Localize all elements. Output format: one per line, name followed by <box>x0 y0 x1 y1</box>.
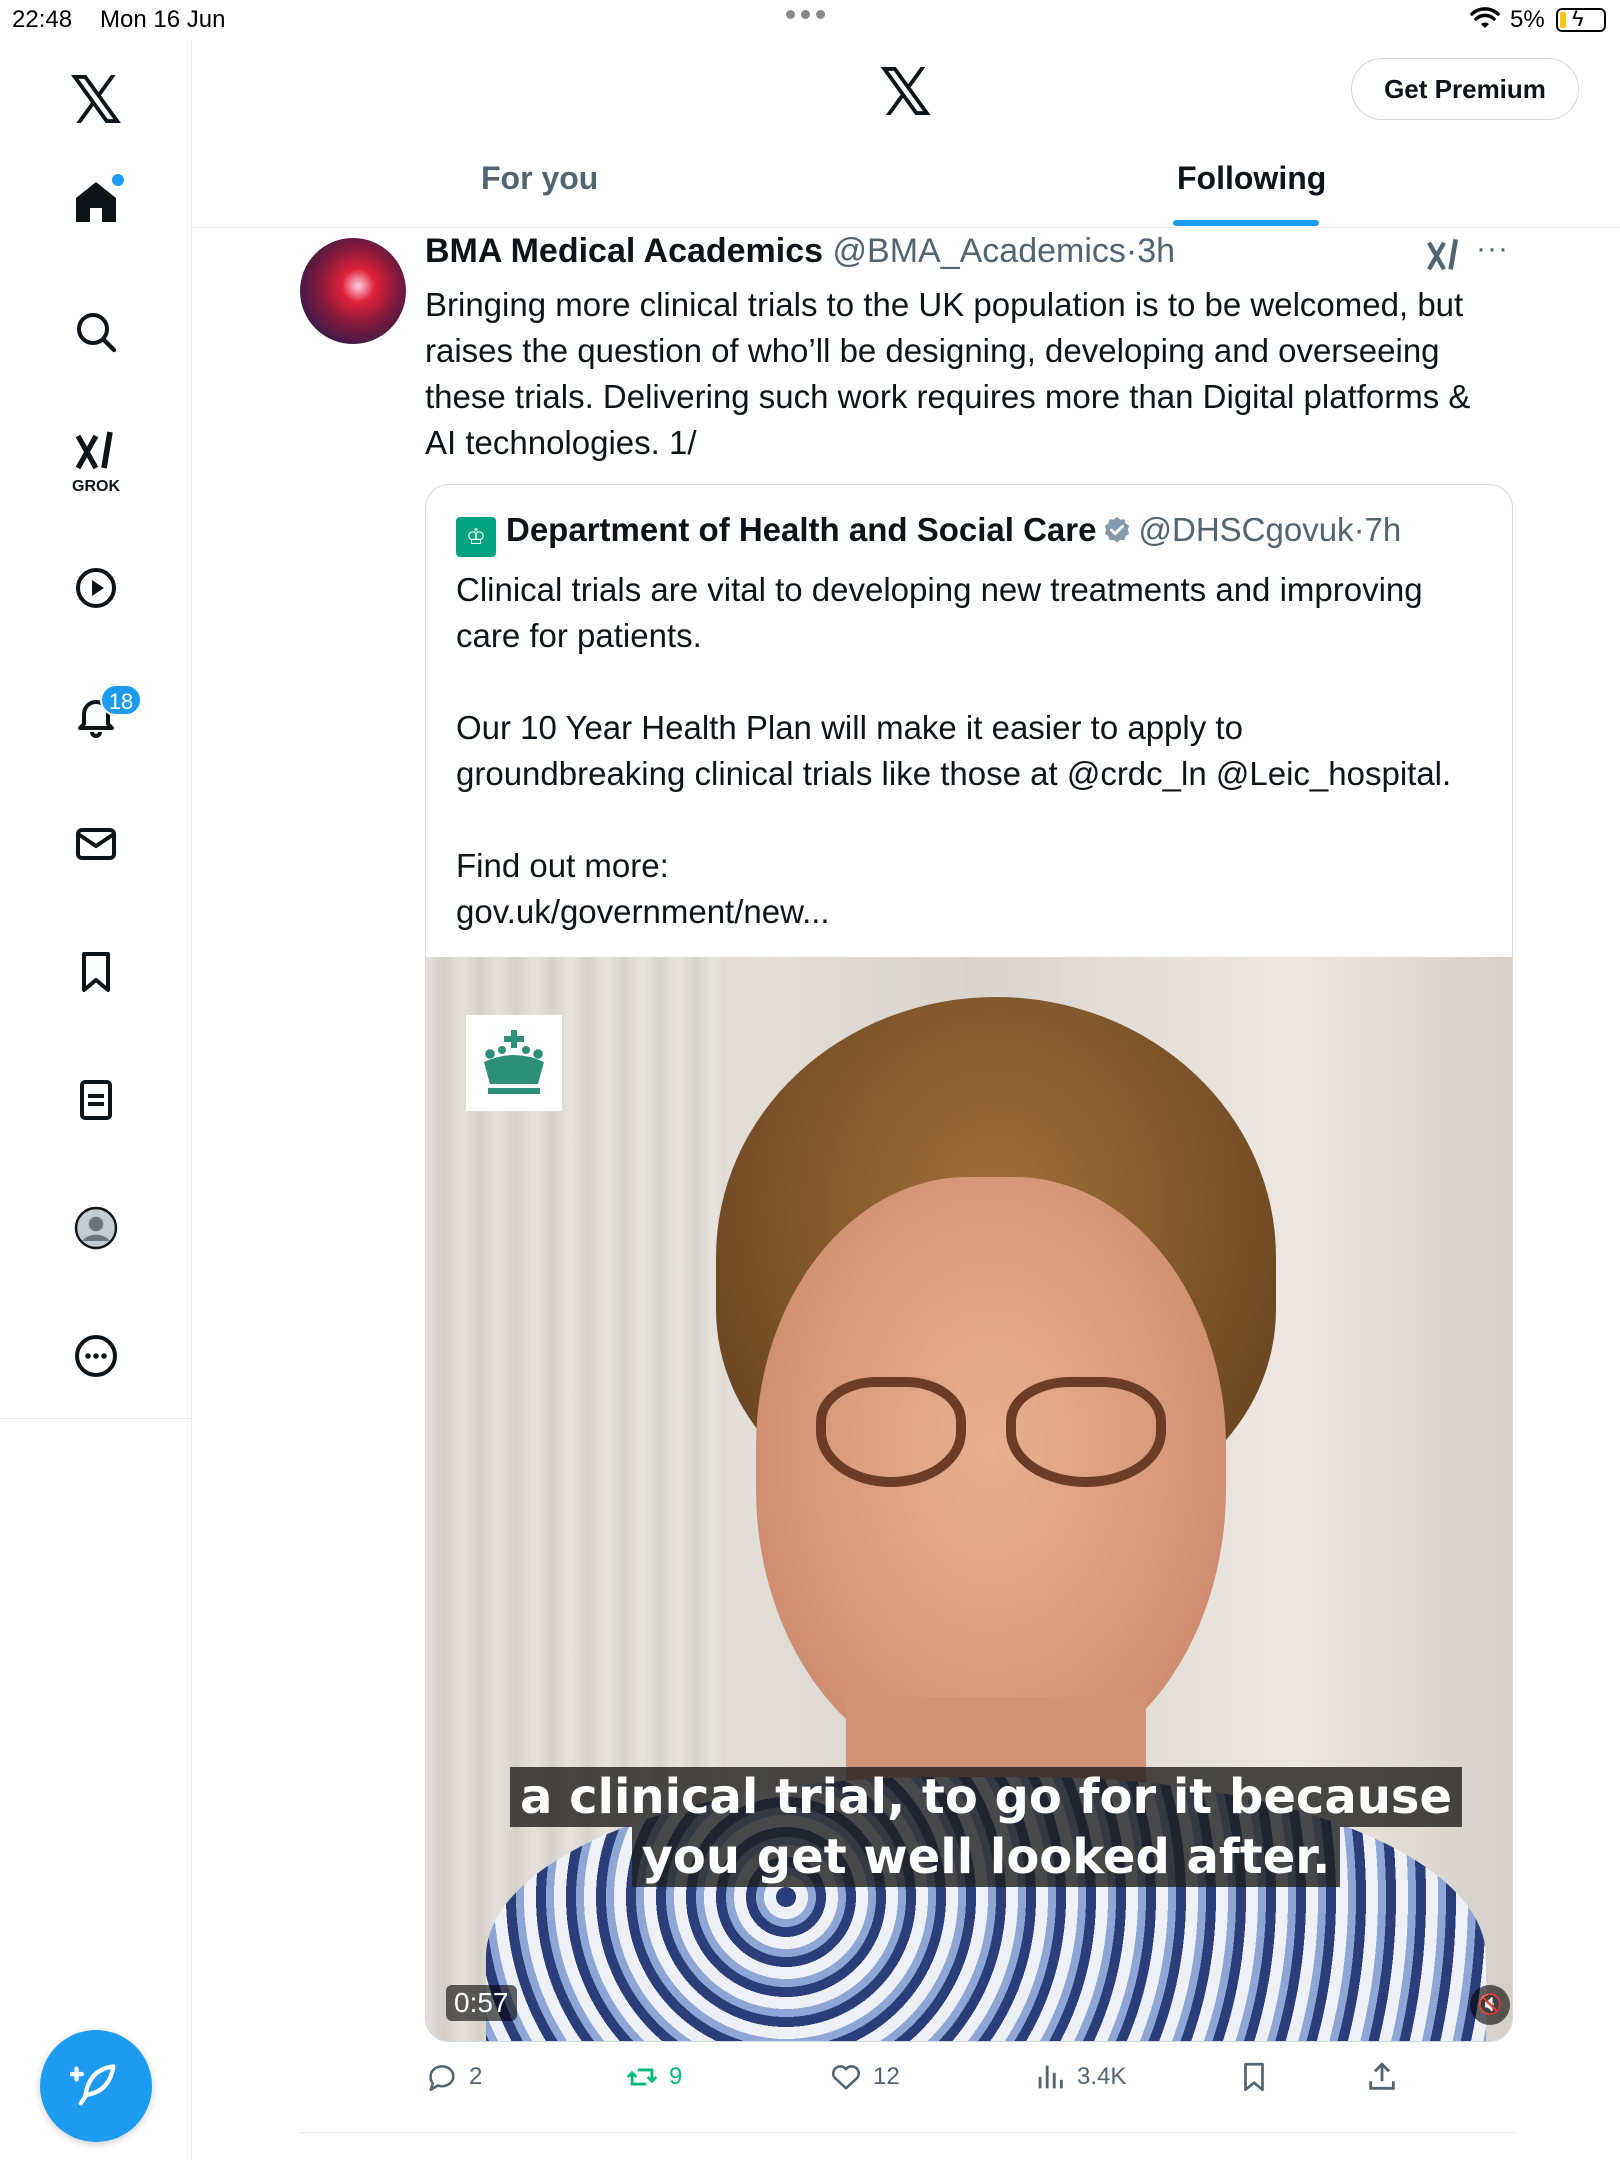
x-logo-icon[interactable]: 𝕏 <box>879 54 932 131</box>
bookmark-button[interactable] <box>1237 2060 1271 2094</box>
video-caption-line-1: a clinical trial, to go for it because <box>509 1767 1463 1827</box>
notification-badge: 18 <box>100 684 142 716</box>
repost-button[interactable]: 9 <box>625 2060 682 2094</box>
heart-icon <box>831 2065 861 2090</box>
article-icon[interactable] <box>66 1070 126 1130</box>
view-count: 3.4K <box>1077 2063 1127 2090</box>
video-duration: 0:57 <box>446 1985 517 2021</box>
compose-button[interactable] <box>40 2030 152 2142</box>
get-premium-button[interactable]: Get Premium <box>1351 58 1579 120</box>
reply-button[interactable]: 2 <box>425 2060 482 2094</box>
grok-icon[interactable] <box>66 422 126 482</box>
active-tab-indicator <box>1173 220 1319 226</box>
glasses-right-lens <box>1006 1377 1166 1487</box>
like-button[interactable]: 12 <box>829 2060 900 2094</box>
tab-for-you[interactable]: For you <box>481 160 598 228</box>
mute-icon[interactable]: 🔇 <box>1470 1985 1510 2025</box>
quoted-post-header: Department of Health and Social Care @DHS… <box>506 511 1401 549</box>
repost-count: 9 <box>669 2063 683 2090</box>
dhsc-crown-icon[interactable]: ♔ <box>456 517 496 557</box>
quoted-author-handle[interactable]: @DHSCgovuk <box>1138 511 1353 548</box>
battery-percent: 5% <box>1510 6 1545 33</box>
search-icon[interactable] <box>66 302 126 362</box>
home-icon[interactable] <box>66 172 126 232</box>
post-divider <box>300 2132 1515 2133</box>
crown-logo-icon <box>466 1015 562 1111</box>
post-header: BMA Medical Academics @BMA_Academics·3h <box>425 232 1175 271</box>
sidebar: 𝕏 GROK 18 <box>0 40 192 2160</box>
profile-icon[interactable] <box>66 1198 126 1258</box>
status-date: Mon 16 Jun <box>100 6 226 33</box>
views-button[interactable]: 3.4K <box>1033 2060 1126 2094</box>
bookmark-icon <box>1244 2062 1264 2092</box>
quoted-author-name[interactable]: Department of Health and Social Care <box>506 511 1096 548</box>
video-caption-line-2: you get well looked after. <box>631 1827 1341 1887</box>
grok-label: GROK <box>72 478 120 495</box>
glasses-left-lens <box>816 1377 966 1487</box>
video-subject-face <box>756 1177 1226 1777</box>
unread-dot <box>112 174 124 186</box>
share-icon <box>1369 2062 1395 2090</box>
sidebar-divider <box>0 1418 192 1419</box>
author-handle[interactable]: @BMA_Academics <box>833 232 1126 270</box>
tab-following[interactable]: Following <box>1177 160 1326 228</box>
mail-icon[interactable] <box>66 814 126 874</box>
views-chart-icon <box>1038 2065 1063 2089</box>
verified-gray-icon <box>1105 516 1130 543</box>
x-logo-icon[interactable]: 𝕏 <box>66 62 126 139</box>
repost-icon <box>626 2068 658 2086</box>
share-button[interactable] <box>1365 2060 1399 2094</box>
more-icon[interactable] <box>66 1326 126 1386</box>
battery-icon: ϟ <box>1556 6 1606 32</box>
wifi-icon <box>1470 7 1500 28</box>
post-actions: 2 9 12 3.4K <box>425 2060 1515 2100</box>
video-player[interactable]: a clinical trial, to go for it because y… <box>426 957 1512 2041</box>
quoted-post[interactable]: ♔ Department of Health and Social Care @D… <box>425 484 1513 2042</box>
compose-feather-icon <box>70 2064 116 2106</box>
timeline-header: 𝕏 Get Premium For you Following <box>193 40 1620 228</box>
video-caption: a clinical trial, to go for it because y… <box>506 1767 1466 1887</box>
like-count: 12 <box>873 2063 900 2090</box>
post-text: Bringing more clinical trials to the UK … <box>425 286 1471 461</box>
multitask-dots[interactable] <box>786 10 825 19</box>
video-icon[interactable] <box>66 558 126 618</box>
more-options-icon[interactable]: ··· <box>1476 232 1509 266</box>
quoted-post-time[interactable]: ·7h <box>1354 511 1402 548</box>
status-bar: 22:48 Mon 16 Jun 5% ϟ <box>0 0 1620 40</box>
quoted-post-text: Clinical trials are vital to developing … <box>456 571 1452 930</box>
status-time: 22:48 <box>12 6 73 33</box>
author-name[interactable]: BMA Medical Academics <box>425 232 823 270</box>
bookmark-icon[interactable] <box>66 942 126 1002</box>
post-time[interactable]: ·3h <box>1126 232 1175 270</box>
reply-icon <box>429 2065 455 2092</box>
avatar[interactable] <box>300 238 406 344</box>
reply-count: 2 <box>469 2063 483 2090</box>
grok-explain-icon[interactable] <box>1424 236 1464 276</box>
